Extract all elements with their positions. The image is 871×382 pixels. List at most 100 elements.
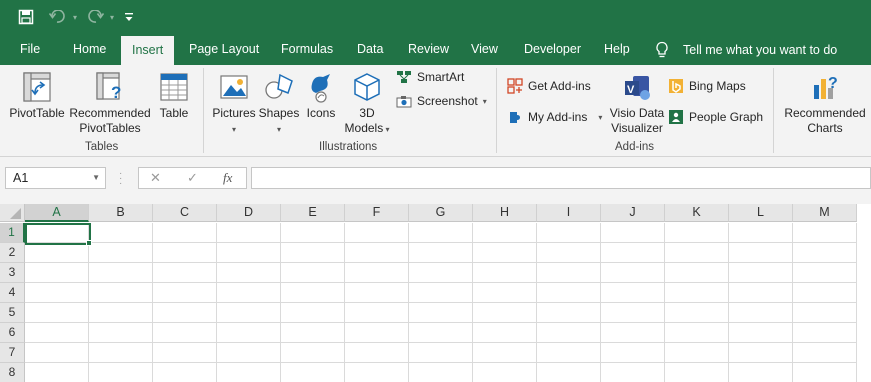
cell-g5[interactable] — [409, 303, 473, 323]
get-addins-button[interactable]: Get Add-ins — [507, 78, 591, 94]
screenshot-button[interactable]: Screenshot ▾ — [396, 94, 487, 108]
cell-d6[interactable] — [217, 323, 281, 343]
cell-f5[interactable] — [345, 303, 409, 323]
cell-f8[interactable] — [345, 363, 409, 382]
customize-qat-icon[interactable] — [123, 6, 135, 28]
cell-a6[interactable] — [25, 323, 89, 343]
cell-g4[interactable] — [409, 283, 473, 303]
column-header-f[interactable]: F — [345, 204, 409, 222]
cell-g8[interactable] — [409, 363, 473, 382]
cell-e5[interactable] — [281, 303, 345, 323]
shapes-button[interactable]: Shapes ▾ — [258, 71, 300, 137]
cell-l3[interactable] — [729, 263, 793, 283]
column-header-i[interactable]: I — [537, 204, 601, 222]
cell-g6[interactable] — [409, 323, 473, 343]
cell-e3[interactable] — [281, 263, 345, 283]
cell-m4[interactable] — [793, 283, 857, 303]
pivottable-button[interactable]: PivotTable — [9, 71, 65, 121]
cell-b7[interactable] — [89, 343, 153, 363]
cell-l4[interactable] — [729, 283, 793, 303]
bing-maps-button[interactable]: Bing Maps — [668, 78, 746, 94]
cell-m1[interactable] — [793, 223, 857, 243]
row-header-6[interactable]: 6 — [0, 323, 25, 343]
cell-k4[interactable] — [665, 283, 729, 303]
cell-g1[interactable] — [409, 223, 473, 243]
cell-m2[interactable] — [793, 243, 857, 263]
cell-g2[interactable] — [409, 243, 473, 263]
cell-j1[interactable] — [601, 223, 665, 243]
tab-developer[interactable]: Developer — [524, 35, 581, 65]
cell-i8[interactable] — [537, 363, 601, 382]
cell-k3[interactable] — [665, 263, 729, 283]
cell-j4[interactable] — [601, 283, 665, 303]
cell-k5[interactable] — [665, 303, 729, 323]
column-header-h[interactable]: H — [473, 204, 537, 222]
tab-help[interactable]: Help — [604, 35, 630, 65]
cell-j6[interactable] — [601, 323, 665, 343]
cell-l2[interactable] — [729, 243, 793, 263]
row-header-2[interactable]: 2 — [0, 243, 25, 263]
cell-c5[interactable] — [153, 303, 217, 323]
cell-d5[interactable] — [217, 303, 281, 323]
cell-k2[interactable] — [665, 243, 729, 263]
cell-i3[interactable] — [537, 263, 601, 283]
row-header-4[interactable]: 4 — [0, 283, 25, 303]
cell-e6[interactable] — [281, 323, 345, 343]
column-header-g[interactable]: G — [409, 204, 473, 222]
cell-e2[interactable] — [281, 243, 345, 263]
select-all-corner[interactable] — [0, 204, 25, 222]
cell-l1[interactable] — [729, 223, 793, 243]
cell-k8[interactable] — [665, 363, 729, 382]
row-header-7[interactable]: 7 — [0, 343, 25, 363]
cell-f7[interactable] — [345, 343, 409, 363]
column-header-l[interactable]: L — [729, 204, 793, 222]
cell-m8[interactable] — [793, 363, 857, 382]
fill-handle[interactable] — [86, 240, 92, 246]
smartart-button[interactable]: SmartArt — [396, 70, 464, 84]
cell-h4[interactable] — [473, 283, 537, 303]
cell-a2[interactable] — [25, 243, 89, 263]
cell-f2[interactable] — [345, 243, 409, 263]
cell-c4[interactable] — [153, 283, 217, 303]
cell-c6[interactable] — [153, 323, 217, 343]
table-button[interactable]: Table — [156, 71, 192, 121]
recommended-pivottables-button[interactable]: ? Recommended PivotTables — [68, 71, 152, 136]
save-icon[interactable] — [14, 6, 38, 28]
formula-bar-splitter[interactable]: · · · — [119, 169, 122, 189]
cell-i4[interactable] — [537, 283, 601, 303]
formula-input[interactable] — [251, 167, 871, 189]
tab-page-layout[interactable]: Page Layout — [189, 35, 259, 65]
3d-models-button[interactable]: 3D Models ▾ — [341, 71, 393, 137]
cell-d1[interactable] — [217, 223, 281, 243]
cell-a4[interactable] — [25, 283, 89, 303]
cell-m6[interactable] — [793, 323, 857, 343]
cell-f4[interactable] — [345, 283, 409, 303]
cell-c1[interactable] — [153, 223, 217, 243]
cell-h3[interactable] — [473, 263, 537, 283]
cell-m3[interactable] — [793, 263, 857, 283]
column-header-c[interactable]: C — [153, 204, 217, 222]
cell-d2[interactable] — [217, 243, 281, 263]
undo-dropdown-icon[interactable]: ▾ — [70, 6, 80, 28]
worksheet-grid[interactable]: ABCDEFGHIJKLM 12345678 — [0, 204, 871, 382]
cell-l8[interactable] — [729, 363, 793, 382]
cell-b6[interactable] — [89, 323, 153, 343]
tab-home[interactable]: Home — [73, 35, 106, 65]
cell-b8[interactable] — [89, 363, 153, 382]
cell-i2[interactable] — [537, 243, 601, 263]
icons-button[interactable]: Icons — [303, 71, 339, 121]
name-box-dropdown-icon[interactable]: ▼ — [92, 168, 100, 188]
cell-h6[interactable] — [473, 323, 537, 343]
cell-c2[interactable] — [153, 243, 217, 263]
cell-b2[interactable] — [89, 243, 153, 263]
cell-g7[interactable] — [409, 343, 473, 363]
visio-data-visualizer-button[interactable]: V Visio Data Visualizer — [608, 71, 666, 136]
pictures-button[interactable]: Pictures ▾ — [211, 71, 257, 137]
cell-a8[interactable] — [25, 363, 89, 382]
column-header-a[interactable]: A — [25, 204, 89, 222]
cell-f1[interactable] — [345, 223, 409, 243]
cell-i7[interactable] — [537, 343, 601, 363]
cell-d8[interactable] — [217, 363, 281, 382]
cell-d7[interactable] — [217, 343, 281, 363]
cell-l6[interactable] — [729, 323, 793, 343]
